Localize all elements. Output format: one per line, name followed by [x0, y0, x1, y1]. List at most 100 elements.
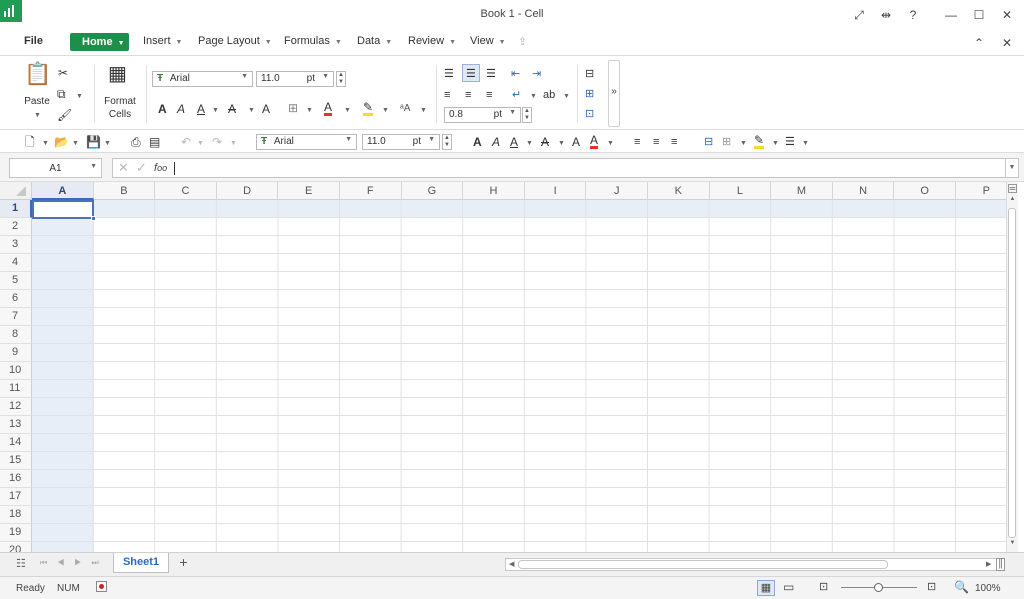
column-header-j[interactable]: J [586, 182, 648, 200]
cancel-icon[interactable]: ✕ [118, 160, 129, 176]
column-header-l[interactable]: L [709, 182, 772, 200]
row-header-7[interactable]: 7 [0, 308, 32, 326]
print-preview-icon[interactable]: ▤ [149, 135, 160, 149]
format-painter-icon[interactable]: 🖌 [57, 108, 72, 122]
formula-input[interactable]: ✕ ✓ foo [112, 158, 1017, 178]
close-button[interactable]: ✕ [996, 5, 1018, 25]
quick-font-size-stepper[interactable]: ▲ ▼ [442, 134, 452, 150]
chevron-down-icon[interactable]: ▼ [42, 137, 49, 151]
align-right-icon[interactable]: ≡ [671, 135, 677, 149]
menu-home[interactable]: Home ▼ [70, 33, 129, 51]
bold-icon[interactable]: A [158, 102, 167, 116]
sheet-tab[interactable]: Sheet1 [113, 553, 169, 573]
collapse-ribbon-icon[interactable]: ⌃ [968, 33, 990, 53]
sheet-list-icon[interactable]: ☷ [16, 557, 26, 570]
row-header-17[interactable]: 17 [0, 488, 32, 506]
column-header-c[interactable]: C [155, 182, 217, 200]
column-header-g[interactable]: G [401, 182, 464, 200]
strikethrough-icon[interactable]: A [541, 135, 549, 149]
align-top-icon[interactable]: ☰ [444, 67, 454, 81]
zoom-out-icon[interactable]: ⊡ [819, 580, 828, 593]
chevron-down-icon[interactable]: ▼ [197, 137, 204, 151]
cut-icon[interactable]: ✂ [58, 66, 68, 80]
cell-gridlines[interactable] [32, 200, 1006, 552]
font-name-combo[interactable]: Ŧ Arial ▼ [152, 71, 253, 87]
column-header-h[interactable]: H [463, 182, 525, 200]
chevron-down-icon[interactable]: ▼ [740, 137, 747, 151]
fill-handle[interactable] [91, 216, 96, 221]
row-header-12[interactable]: 12 [0, 398, 32, 416]
merge-cells-icon[interactable]: ⊟ [585, 67, 594, 81]
chevron-down-icon[interactable]: ▼ [306, 104, 313, 118]
chevron-down-icon[interactable]: ▼ [563, 90, 570, 104]
font-size-combo[interactable]: 11.0 pt ▼ [256, 71, 334, 87]
chevron-down-icon[interactable]: ▼ [230, 137, 237, 151]
share-icon[interactable]: ⇪ [518, 35, 527, 48]
underline-icon[interactable]: A [197, 102, 205, 116]
insert-cells-icon[interactable]: ⊞ [585, 87, 594, 101]
chevron-down-icon[interactable]: ▼ [420, 104, 427, 118]
row-header-2[interactable]: 2 [0, 218, 32, 236]
active-cell[interactable] [32, 200, 94, 219]
orientation-icon[interactable]: ab [543, 88, 555, 102]
split-view-icon[interactable]: ⇹ [875, 5, 897, 25]
chevron-down-icon[interactable]: ▼ [76, 90, 83, 104]
merge-cells-icon[interactable]: ⊟ [704, 135, 713, 149]
menu-review[interactable]: Review ▼ [408, 35, 456, 47]
redo-icon[interactable]: ↷ [212, 135, 222, 149]
menu-insert[interactable]: Insert ▼ [143, 35, 182, 47]
open-folder-icon[interactable]: 📂 [54, 135, 69, 149]
font-size-stepper[interactable]: ▲ ▼ [336, 71, 346, 87]
help-icon[interactable]: ? [902, 5, 924, 25]
column-header-f[interactable]: F [340, 182, 402, 200]
row-header-9[interactable]: 9 [0, 344, 32, 362]
align-left-icon[interactable]: ≡ [444, 88, 450, 102]
normal-view-icon[interactable]: ▦ [757, 580, 775, 596]
maximize-button[interactable]: ☐ [968, 5, 990, 25]
menu-page-layout[interactable]: Page Layout ▼ [198, 35, 272, 47]
column-header-n[interactable]: N [832, 182, 895, 200]
scroll-down-icon[interactable]: ▼ [1008, 540, 1017, 549]
column-header-b[interactable]: B [93, 182, 156, 200]
scroll-left-icon[interactable]: ◀ [509, 560, 514, 568]
column-header-k[interactable]: K [648, 182, 710, 200]
chevron-down-icon[interactable]: ▼ [212, 104, 219, 118]
align-middle-icon[interactable]: ☰ [462, 64, 480, 82]
function-icon[interactable]: foo [154, 162, 167, 174]
chevron-down-icon[interactable]: ▼ [558, 137, 565, 151]
print-icon[interactable]: ⎙ [131, 135, 141, 149]
indent-combo[interactable]: 0.8 pt ▼ [444, 107, 521, 123]
save-icon[interactable]: 💾 [86, 135, 101, 149]
chevron-down-icon[interactable]: ▼ [607, 137, 614, 151]
row-header-8[interactable]: 8 [0, 326, 32, 344]
undo-icon[interactable]: ↶ [181, 135, 191, 149]
row-header-5[interactable]: 5 [0, 272, 32, 290]
row-header-1[interactable]: 1 [0, 200, 32, 218]
zoom-slider-thumb[interactable] [874, 583, 883, 592]
align-center-icon[interactable]: ≡ [465, 88, 471, 102]
indent-stepper[interactable]: ▲ ▼ [522, 107, 532, 123]
format-cells-label-2[interactable]: Cells [100, 109, 140, 120]
column-header-p[interactable]: P [956, 182, 1006, 200]
format-cells-label-1[interactable]: Format [100, 96, 140, 107]
increase-indent-icon[interactable]: ⇥ [532, 67, 541, 81]
column-header-i[interactable]: I [524, 182, 587, 200]
horizontal-scroll-thumb[interactable] [518, 560, 888, 569]
decrease-indent-icon[interactable]: ⇤ [511, 67, 520, 81]
minimize-button[interactable]: — [940, 5, 962, 25]
column-header-e[interactable]: E [278, 182, 340, 200]
scroll-up-icon[interactable]: ▲ [1008, 196, 1017, 205]
align-right-icon[interactable]: ≡ [486, 88, 492, 102]
row-header-6[interactable]: 6 [0, 290, 32, 308]
text-box-icon[interactable]: ⊡ [585, 107, 594, 121]
italic-icon[interactable]: A [492, 135, 500, 149]
page-layout-view-icon[interactable]: ▭ [783, 580, 794, 594]
align-center-icon[interactable]: ≡ [653, 135, 659, 149]
row-header-4[interactable]: 4 [0, 254, 32, 272]
menu-view[interactable]: View ▼ [470, 35, 506, 47]
chevron-down-icon[interactable]: ▼ [772, 137, 779, 151]
copy-icon[interactable]: ⧉ [57, 87, 66, 101]
fill-color-icon[interactable]: ✎ [363, 101, 374, 116]
row-header-19[interactable]: 19 [0, 524, 32, 542]
select-all-corner[interactable] [0, 182, 32, 200]
